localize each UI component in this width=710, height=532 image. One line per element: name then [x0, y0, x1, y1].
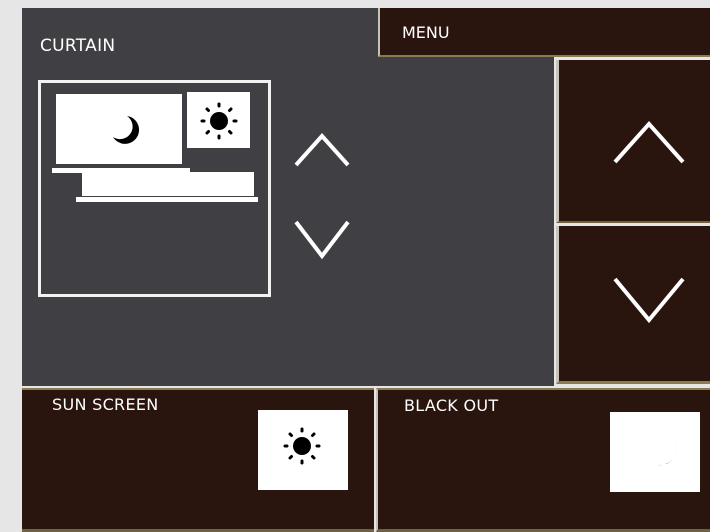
- panel-title: CURTAIN: [40, 36, 116, 56]
- window-sun-area: [187, 92, 250, 148]
- black-out-label: BLACK OUT: [404, 396, 499, 415]
- sun-screen-blind-shape: [82, 172, 254, 196]
- sun-icon: [283, 427, 321, 465]
- chevron-down-icon: [294, 220, 350, 260]
- sun-screen-rail: [76, 197, 258, 202]
- chevron-up-icon: [294, 133, 350, 167]
- curtain-up-button[interactable]: [292, 128, 352, 170]
- chevron-up-icon: [613, 121, 685, 164]
- blackout-blind-shape: [54, 92, 184, 166]
- black-out-icon-tile: [610, 412, 700, 492]
- sun-icon: [200, 102, 238, 140]
- moon-icon: [652, 434, 677, 466]
- chevron-down-icon: [613, 277, 685, 324]
- moon-icon: [113, 116, 140, 144]
- down-button[interactable]: [556, 226, 710, 384]
- sun-screen-label: SUN SCREEN: [52, 395, 159, 414]
- sun-screen-icon-tile: [258, 410, 348, 490]
- up-button[interactable]: [556, 60, 710, 223]
- curtain-down-button[interactable]: [292, 216, 352, 262]
- menu-label: MENU: [402, 23, 450, 42]
